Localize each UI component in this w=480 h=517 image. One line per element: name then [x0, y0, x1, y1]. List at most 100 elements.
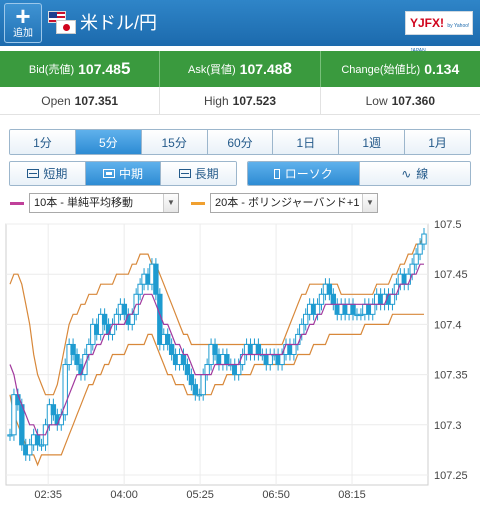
period-long-label: 長期	[194, 167, 219, 181]
candle-body	[370, 303, 376, 315]
period-short-label: 短期	[43, 167, 68, 181]
band-color-swatch	[191, 201, 205, 205]
period-long-button[interactable]: 長期	[161, 162, 236, 185]
tab-5min[interactable]: 5分	[75, 130, 142, 154]
candle-body	[137, 283, 143, 295]
change-value: 0.134	[424, 61, 460, 77]
candle-body	[27, 444, 33, 456]
x-tick-label: 02:35	[34, 489, 62, 501]
candle-body	[314, 303, 321, 315]
plus-icon: +	[15, 1, 31, 31]
candle-body	[180, 354, 187, 366]
period-short-button[interactable]: 短期	[10, 162, 86, 185]
change-cell: Change(始値比) 0.134	[321, 51, 480, 87]
x-tick-label: 05:25	[186, 489, 214, 501]
candlestick-label: ローソク	[284, 167, 333, 181]
candle-body	[188, 374, 195, 386]
sma-select[interactable]: 10本 - 単純平均移動 ▼	[29, 193, 179, 213]
indicator-2: 20本 - ボリンジャーバンド+1 ▼	[191, 193, 378, 213]
line-chart-icon: ∿	[401, 166, 412, 181]
candle-body	[50, 404, 57, 416]
change-label: Change(始値比)	[341, 64, 421, 76]
ask-label: Ask(買値)	[188, 64, 236, 76]
candle-body	[204, 364, 210, 376]
candle-body	[19, 404, 25, 446]
candle-body	[326, 283, 333, 295]
candle-body	[129, 313, 135, 325]
high-cell: High 107.523	[160, 87, 321, 114]
candle-body	[291, 343, 297, 356]
y-tick-label: 107.45	[434, 269, 468, 281]
add-button[interactable]: + 追加	[4, 3, 42, 43]
header-bar: + 追加 米ドル/円 YJFX! by Yahoo! JAPAN	[0, 0, 480, 54]
candle-body	[330, 293, 337, 305]
long-term-icon	[178, 169, 191, 178]
line-chart-label: 線	[416, 167, 429, 181]
high-label: High	[203, 93, 229, 108]
period-mid-button[interactable]: 中期	[85, 162, 162, 185]
candle-body	[303, 313, 309, 325]
chart-type-segment: ローソク ∿ 線	[247, 161, 471, 186]
tab-1month[interactable]: 1月	[405, 130, 470, 154]
line-chart-button[interactable]: ∿ 線	[359, 162, 470, 185]
candle-body	[212, 343, 218, 356]
candle-body	[192, 384, 199, 396]
short-term-icon	[27, 169, 40, 178]
candle-body	[389, 293, 396, 305]
high-value: 107.523	[232, 93, 277, 108]
x-tick-label: 06:50	[262, 489, 290, 501]
y-tick-label: 107.5	[434, 220, 462, 231]
y-tick-label: 107.3	[434, 420, 462, 432]
ask-price-cell[interactable]: Ask(買値) 107.488	[160, 51, 321, 87]
x-tick-label: 04:00	[110, 489, 138, 501]
add-button-label: 追加	[13, 28, 33, 39]
sma-color-swatch	[10, 201, 24, 205]
candle-body	[413, 253, 419, 265]
candlestick-icon	[273, 168, 280, 179]
indicator-1: 10本 - 単純平均移動 ▼	[10, 193, 179, 213]
tab-1day[interactable]: 1日	[273, 130, 340, 154]
bid-label: Bid(売値)	[28, 64, 75, 76]
candle-body	[70, 343, 76, 356]
bollinger-select[interactable]: 20本 - ボリンジャーバンド+1 ▼	[210, 193, 378, 213]
logo-text: YJFX!	[410, 16, 445, 30]
open-label: Open	[41, 93, 71, 108]
candle-body	[224, 354, 230, 366]
chevron-down-icon: ▼	[163, 194, 178, 212]
candle-body	[318, 293, 325, 305]
candle-body	[153, 263, 159, 295]
y-tick-label: 107.4	[434, 319, 462, 331]
ohl-row: Open 107.351 High 107.523 Low 107.360	[0, 87, 480, 115]
tab-60min[interactable]: 60分	[207, 130, 274, 154]
sma-select-value: 10本 - 単純平均移動	[34, 197, 134, 209]
chevron-down-icon: ▼	[362, 194, 377, 212]
open-value: 107.351	[74, 93, 119, 108]
mid-term-icon	[103, 169, 115, 178]
bid-price-cell[interactable]: Bid(売値) 107.485	[0, 51, 161, 87]
candlestick-button[interactable]: ローソク	[248, 162, 360, 185]
candle-body	[101, 313, 108, 325]
candle-body	[74, 354, 80, 366]
candle-body	[200, 374, 206, 396]
candle-body	[299, 323, 305, 335]
candle-body	[121, 303, 128, 315]
tab-1min[interactable]: 1分	[10, 130, 76, 154]
open-cell: Open 107.351	[0, 87, 161, 114]
timeframe-tabs: 1分 5分 15分 60分 1日 1週 1月	[9, 129, 471, 155]
price-chart[interactable]: 107.25 107.3 107.35 107.4 107.45 107.5 02:35 04…	[0, 220, 480, 517]
low-value: 107.360	[391, 93, 436, 108]
x-tick-label: 08:15	[338, 489, 366, 501]
currency-pair-title: 米ドル/円	[80, 13, 158, 33]
candle-body	[255, 343, 262, 356]
bid-value: 107.485	[78, 59, 131, 78]
candle-body	[34, 434, 41, 446]
tab-1week[interactable]: 1週	[339, 130, 406, 154]
period-mid-label: 中期	[119, 167, 144, 181]
candle-body	[184, 364, 191, 376]
bollinger-select-value: 20本 - ボリンジャーバンド+1	[215, 197, 360, 209]
tab-15min[interactable]: 15分	[141, 130, 208, 154]
yjfx-logo: YJFX! by Yahoo! JAPAN	[405, 11, 473, 54]
low-cell: Low 107.360	[321, 87, 480, 114]
y-tick-label: 107.35	[434, 370, 468, 382]
period-segment: 短期 中期 長期	[9, 161, 237, 186]
